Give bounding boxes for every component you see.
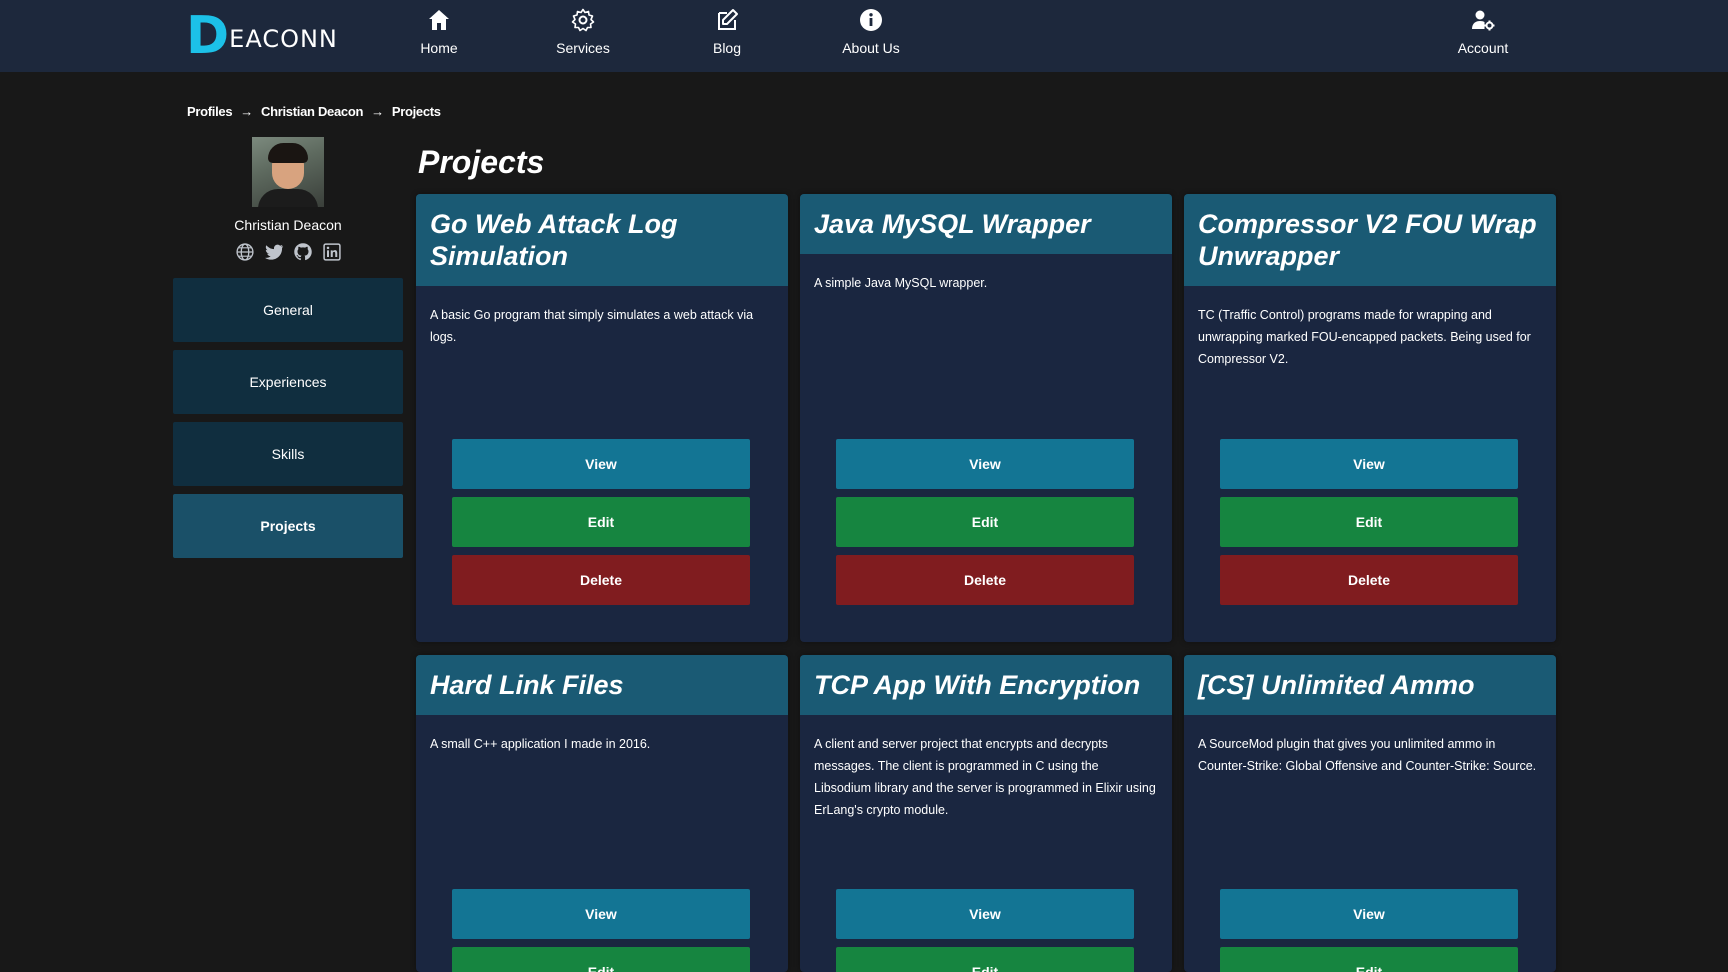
nav-account-label: Account xyxy=(1457,40,1509,56)
edit-button[interactable]: Edit xyxy=(1220,497,1518,547)
sidebar-item-general[interactable]: General xyxy=(173,278,403,342)
breadcrumb-profiles[interactable]: Profiles xyxy=(187,104,233,119)
edit-square-icon xyxy=(718,9,738,30)
github-icon[interactable] xyxy=(292,241,313,262)
project-title: Compressor V2 FOU Wrap Unwrapper xyxy=(1198,209,1537,271)
page-title: Projects xyxy=(418,144,545,180)
delete-button[interactable]: Delete xyxy=(836,555,1134,605)
info-icon xyxy=(860,9,882,31)
nav-services[interactable]: Services xyxy=(533,6,633,66)
view-button[interactable]: View xyxy=(452,439,750,489)
edit-button[interactable]: Edit xyxy=(452,497,750,547)
gear-icon xyxy=(571,8,595,32)
project-title: Go Web Attack Log Simulation xyxy=(430,209,678,271)
deaconn-logo[interactable]: D EACONN xyxy=(186,6,338,66)
nav-home[interactable]: Home xyxy=(389,6,489,66)
project-card: Go Web Attack Log Simulation A basic Go … xyxy=(416,194,788,642)
edit-button[interactable]: Edit xyxy=(836,497,1134,547)
social-links xyxy=(172,241,404,262)
nav-blog-label: Blog xyxy=(712,40,742,56)
project-card-header: [CS] Unlimited Ammo xyxy=(1184,655,1556,715)
edit-button[interactable]: Edit xyxy=(836,947,1134,972)
top-navbar: D EACONN Home Services Blog About Us Acc… xyxy=(0,0,1728,72)
project-title: [CS] Unlimited Ammo xyxy=(1198,670,1475,700)
nav-blog[interactable]: Blog xyxy=(677,6,777,66)
project-card: Hard Link Files A small C++ application … xyxy=(416,655,788,972)
view-button[interactable]: View xyxy=(452,889,750,939)
breadcrumb-christian-deacon[interactable]: Christian Deacon xyxy=(261,104,363,119)
user-cog-icon xyxy=(1472,10,1495,31)
project-card-header: Hard Link Files xyxy=(416,655,788,715)
project-description: TC (Traffic Control) programs made for w… xyxy=(1198,308,1531,366)
sidebar-item-experiences[interactable]: Experiences xyxy=(173,350,403,414)
avatar xyxy=(252,137,324,207)
logo-text: EACONN xyxy=(229,25,338,53)
profile-panel: Christian Deacon xyxy=(172,137,404,262)
delete-button[interactable]: Delete xyxy=(1220,555,1518,605)
project-card-header: Compressor V2 FOU Wrap Unwrapper xyxy=(1184,194,1556,286)
edit-button[interactable]: Edit xyxy=(1220,947,1518,972)
view-button[interactable]: View xyxy=(1220,889,1518,939)
view-button[interactable]: View xyxy=(836,439,1134,489)
nav-account[interactable]: Account xyxy=(1433,6,1533,66)
sidebar-item-skills[interactable]: Skills xyxy=(173,422,403,486)
profile-side-menu: General Experiences Skills Projects xyxy=(173,278,403,566)
nav-about[interactable]: About Us xyxy=(821,6,921,66)
project-description: A small C++ application I made in 2016. xyxy=(430,737,651,751)
project-description: A basic Go program that simply simulates… xyxy=(430,308,754,344)
project-card-header: Go Web Attack Log Simulation xyxy=(416,194,788,286)
project-title: Hard Link Files xyxy=(430,670,624,700)
home-icon xyxy=(429,10,449,30)
view-button[interactable]: View xyxy=(1220,439,1518,489)
nav-services-label: Services xyxy=(556,40,610,56)
twitter-icon[interactable] xyxy=(263,241,284,262)
view-button[interactable]: View xyxy=(836,889,1134,939)
edit-button[interactable]: Edit xyxy=(452,947,750,972)
linkedin-icon[interactable] xyxy=(321,241,342,262)
project-description: A SourceMod plugin that gives you unlimi… xyxy=(1198,737,1537,773)
delete-button[interactable]: Delete xyxy=(452,555,750,605)
project-description: A client and server project that encrypt… xyxy=(814,737,1156,817)
nav-home-label: Home xyxy=(420,40,458,56)
breadcrumb: Profiles → Christian Deacon → Projects xyxy=(187,104,441,119)
globe-icon[interactable] xyxy=(234,241,255,262)
breadcrumb-arrow-icon: → xyxy=(371,104,384,119)
project-card: TCP App With Encryption A client and ser… xyxy=(800,655,1172,972)
project-card-header: Java MySQL Wrapper xyxy=(800,194,1172,254)
project-description: A simple Java MySQL wrapper. xyxy=(814,276,988,290)
breadcrumb-arrow-icon: → xyxy=(240,104,253,119)
project-card: Java MySQL Wrapper A simple Java MySQL w… xyxy=(800,194,1172,642)
sidebar-item-projects[interactable]: Projects xyxy=(173,494,403,558)
project-title: Java MySQL Wrapper xyxy=(814,209,1091,239)
logo-letter: D xyxy=(186,6,229,66)
profile-name: Christian Deacon xyxy=(234,217,342,233)
nav-about-label: About Us xyxy=(842,40,900,56)
project-card-header: TCP App With Encryption xyxy=(800,655,1172,715)
project-title: TCP App With Encryption xyxy=(814,670,1141,700)
breadcrumb-projects[interactable]: Projects xyxy=(392,104,441,119)
project-card: Compressor V2 FOU Wrap Unwrapper TC (Tra… xyxy=(1184,194,1556,642)
project-card: [CS] Unlimited Ammo A SourceMod plugin t… xyxy=(1184,655,1556,972)
